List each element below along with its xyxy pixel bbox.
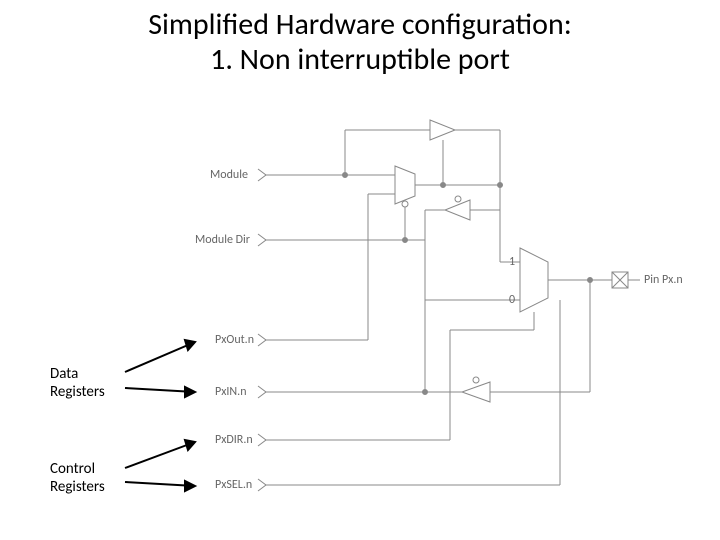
annotation-arrows	[0, 0, 720, 540]
